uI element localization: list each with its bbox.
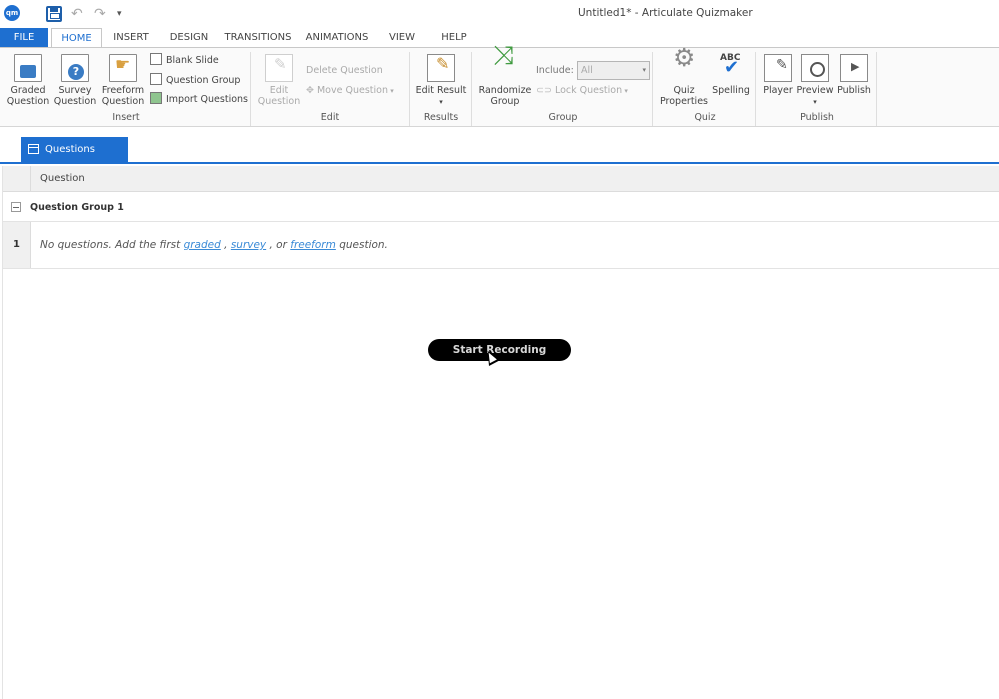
collapse-icon[interactable] xyxy=(11,202,21,212)
freeform-question-button[interactable]: Freeform Question xyxy=(100,54,146,107)
questions-table: Question Question Group 1 1 No questions… xyxy=(2,166,999,699)
player-icon xyxy=(764,54,792,82)
group-divider xyxy=(250,52,251,126)
group-divider xyxy=(409,52,410,126)
blank-slide-button[interactable]: Blank Slide xyxy=(150,53,219,69)
edit-question-icon xyxy=(265,54,293,82)
question-group-name: Question Group 1 xyxy=(30,202,124,213)
title-bar: qm ↶ ↷ ▾ Untitled1* - Articulate Quizmak… xyxy=(0,0,999,28)
graded-question-button[interactable]: Graded Question xyxy=(6,54,50,107)
blank-slide-icon xyxy=(150,53,162,65)
survey-question-icon xyxy=(61,54,89,82)
preview-button[interactable]: Preview ▾ xyxy=(796,54,834,108)
row-number: 1 xyxy=(3,222,31,268)
tab-help[interactable]: HELP xyxy=(435,28,473,47)
shuffle-icon xyxy=(491,51,519,82)
add-graded-link[interactable]: graded xyxy=(184,239,221,251)
group-divider xyxy=(876,52,877,126)
question-column-header[interactable]: Question xyxy=(40,166,85,192)
undo-icon[interactable]: ↶ xyxy=(71,5,83,23)
redo-icon[interactable]: ↷ xyxy=(94,5,106,23)
edit-group-label: Edit xyxy=(320,112,340,123)
import-questions-icon xyxy=(150,92,162,104)
empty-questions-message: No questions. Add the first graded , sur… xyxy=(40,239,388,251)
questions-icon xyxy=(28,144,39,154)
publish-button[interactable]: Publish xyxy=(835,54,873,96)
add-freeform-link[interactable]: freeform xyxy=(290,239,336,251)
move-icon: ✥ xyxy=(306,85,317,96)
link-icon: ⊂⊃ xyxy=(536,85,555,96)
chevron-down-icon: ▾ xyxy=(642,66,646,74)
tab-insert[interactable]: INSERT xyxy=(109,28,153,47)
tab-animations[interactable]: ANIMATIONS xyxy=(302,28,372,47)
dropdown-arrow-icon: ▾ xyxy=(439,98,443,106)
tab-questions[interactable]: Questions xyxy=(21,137,128,162)
document-tabs: Questions xyxy=(0,128,999,164)
dropdown-arrow-icon: ▾ xyxy=(813,98,817,106)
save-icon[interactable] xyxy=(46,6,62,22)
tab-file[interactable]: FILE xyxy=(0,28,48,47)
include-select[interactable]: All ▾ xyxy=(577,61,650,80)
results-group-label: Results xyxy=(423,112,459,123)
graded-question-icon xyxy=(14,54,42,82)
app-logo[interactable]: qm xyxy=(4,5,20,21)
edit-result-icon xyxy=(427,54,455,82)
dropdown-arrow-icon: ▾ xyxy=(387,87,394,95)
table-header: Question xyxy=(3,166,999,192)
lock-question-button[interactable]: ⊂⊃ Lock Question ▾ xyxy=(536,83,628,99)
group-divider xyxy=(652,52,653,126)
quiz-properties-button[interactable]: Quiz Properties xyxy=(656,52,712,107)
dropdown-arrow-icon: ▾ xyxy=(622,87,628,95)
freeform-question-icon xyxy=(109,54,137,82)
tab-home[interactable]: HOME xyxy=(51,28,102,48)
start-recording-button[interactable]: Start Recording xyxy=(428,339,571,361)
tab-view[interactable]: VIEW xyxy=(383,28,421,47)
insert-group-label: Insert xyxy=(112,112,140,123)
add-survey-link[interactable]: survey xyxy=(231,239,266,251)
import-questions-button[interactable]: Import Questions xyxy=(150,92,248,108)
survey-question-button[interactable]: Survey Question xyxy=(53,54,97,107)
preview-icon xyxy=(801,54,829,82)
number-column-header xyxy=(3,166,31,192)
spelling-check-icon xyxy=(717,53,745,82)
delete-question-button[interactable]: Delete Question xyxy=(306,63,383,79)
window-title: Untitled1* - Articulate Quizmaker xyxy=(578,7,753,19)
table-row[interactable]: 1 No questions. Add the first graded , s… xyxy=(3,222,999,269)
gear-icon xyxy=(670,52,698,82)
group-divider xyxy=(471,52,472,126)
tab-transitions[interactable]: TRANSITIONS xyxy=(222,28,294,47)
player-button[interactable]: Player xyxy=(760,54,796,96)
ribbon: Graded Question Survey Question Freeform… xyxy=(0,47,999,127)
question-group-icon xyxy=(150,73,162,85)
tab-design[interactable]: DESIGN xyxy=(164,28,214,47)
move-question-button[interactable]: ✥ Move Question ▾ xyxy=(306,83,394,99)
randomize-group-button[interactable]: Randomize Group xyxy=(476,51,534,107)
publish-icon xyxy=(840,54,868,82)
publish-group-label: Publish xyxy=(800,112,834,123)
customize-icon[interactable]: ▾ xyxy=(117,5,122,23)
group-divider xyxy=(755,52,756,126)
edit-question-button[interactable]: Edit Question xyxy=(256,54,302,107)
question-group-button[interactable]: Question Group xyxy=(150,73,240,89)
edit-result-button[interactable]: Edit Result ▾ xyxy=(414,54,468,108)
include-label: Include: xyxy=(536,65,574,76)
spelling-button[interactable]: Spelling xyxy=(710,53,752,96)
group-group-label: Group xyxy=(548,112,578,123)
question-group-row[interactable]: Question Group 1 xyxy=(3,193,999,222)
quiz-group-label: Quiz xyxy=(694,112,716,123)
